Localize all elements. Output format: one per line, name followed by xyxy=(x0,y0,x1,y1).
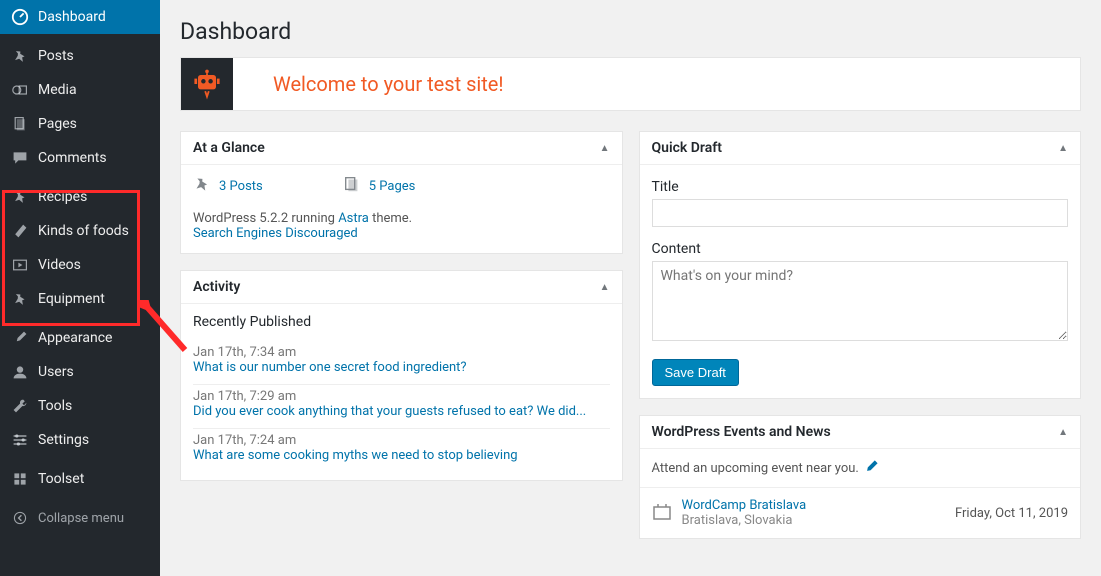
event-location: Bratislava, Slovakia xyxy=(682,513,793,528)
comments-icon xyxy=(10,148,30,168)
collapse-label: Collapse menu xyxy=(38,511,124,526)
toolset-icon xyxy=(10,469,30,489)
sidebar-item-label: Media xyxy=(38,82,77,98)
dashboard-icon xyxy=(10,7,30,27)
collapse-icon xyxy=(10,508,30,528)
activity-link[interactable]: What are some cooking myths we need to s… xyxy=(193,448,518,463)
posts-count-link[interactable]: 3 Posts xyxy=(219,179,263,194)
sidebar-item-posts[interactable]: Posts xyxy=(0,39,160,73)
sidebar-item-tools[interactable]: Tools xyxy=(0,389,160,423)
sidebar-item-label: Posts xyxy=(38,48,74,64)
pages-icon xyxy=(343,175,361,197)
save-draft-button[interactable]: Save Draft xyxy=(652,359,739,386)
pin-icon xyxy=(10,289,30,309)
events-attend-text: Attend an upcoming event near you. xyxy=(652,461,859,476)
edit-location-icon[interactable] xyxy=(865,459,879,477)
sidebar-item-users[interactable]: Users xyxy=(0,355,160,389)
activity-link[interactable]: What is our number one secret food ingre… xyxy=(193,360,467,375)
sidebar-item-media[interactable]: Media xyxy=(0,73,160,107)
sidebar-item-label: Toolset xyxy=(38,471,84,487)
sidebar-item-toolset[interactable]: Toolset xyxy=(0,462,160,496)
sliders-icon xyxy=(10,430,30,450)
search-engines-link[interactable]: Search Engines Discouraged xyxy=(193,226,358,241)
sidebar-item-settings[interactable]: Settings xyxy=(0,423,160,457)
sidebar-item-label: Dashboard xyxy=(38,9,106,25)
events-panel: WordPress Events and News ▲ Attend an up… xyxy=(639,415,1082,539)
panel-toggle-icon[interactable]: ▲ xyxy=(600,282,610,293)
activity-item: Jan 17th, 7:29 amDid you ever cook anyth… xyxy=(193,384,610,424)
pin-icon xyxy=(10,46,30,66)
panel-title: Quick Draft xyxy=(652,140,722,156)
sidebar-item-label: Pages xyxy=(38,116,77,132)
sidebar-item-videos[interactable]: Videos xyxy=(0,248,160,282)
sidebar-item-label: Videos xyxy=(38,257,81,273)
robot-icon xyxy=(181,58,233,110)
activity-link[interactable]: Did you ever cook anything that your gue… xyxy=(193,404,586,419)
theme-link[interactable]: Astra xyxy=(338,211,369,226)
welcome-text: Welcome to your test site! xyxy=(233,72,504,96)
event-title-link[interactable]: WordCamp Bratislava xyxy=(682,498,807,513)
draft-content-label: Content xyxy=(652,241,1069,257)
page-title: Dashboard xyxy=(180,0,1081,57)
main-content: Dashboard Welcome to your test site! At … xyxy=(160,0,1101,576)
quick-draft-panel: Quick Draft ▲ Title Content Save Draft xyxy=(639,131,1082,399)
activity-date: Jan 17th, 7:29 am xyxy=(193,389,343,404)
media-icon xyxy=(10,80,30,100)
event-date: Friday, Oct 11, 2019 xyxy=(955,506,1068,521)
video-icon xyxy=(10,255,30,275)
welcome-panel: Welcome to your test site! xyxy=(180,57,1081,111)
sidebar-item-label: Equipment xyxy=(38,291,105,307)
admin-sidebar: Dashboard Posts Media Pages Comments xyxy=(0,0,160,576)
wrench-icon xyxy=(10,396,30,416)
sidebar-item-recipes[interactable]: Recipes xyxy=(0,180,160,214)
draft-title-input[interactable] xyxy=(652,199,1069,227)
panel-toggle-icon[interactable]: ▲ xyxy=(600,143,610,154)
user-icon xyxy=(10,362,30,382)
sidebar-item-label: Tools xyxy=(38,398,72,414)
panel-title: At a Glance xyxy=(193,140,265,156)
activity-item: Jan 17th, 7:24 amWhat are some cooking m… xyxy=(193,428,610,468)
panel-title: WordPress Events and News xyxy=(652,424,831,440)
activity-item: Jan 17th, 7:34 amWhat is our number one … xyxy=(193,340,610,380)
draft-content-textarea[interactable] xyxy=(652,261,1069,341)
activity-subtitle: Recently Published xyxy=(193,314,610,330)
draft-title-label: Title xyxy=(652,179,1069,195)
sidebar-item-appearance[interactable]: Appearance xyxy=(0,321,160,355)
sidebar-item-dashboard[interactable]: Dashboard xyxy=(0,0,160,34)
sidebar-item-label: Users xyxy=(38,364,74,380)
at-a-glance-panel: At a Glance ▲ 3 Posts xyxy=(180,131,623,254)
pin-icon xyxy=(10,187,30,207)
carrot-icon xyxy=(10,221,30,241)
pages-icon xyxy=(10,114,30,134)
activity-date: Jan 17th, 7:34 am xyxy=(193,345,343,360)
sidebar-item-pages[interactable]: Pages xyxy=(0,107,160,141)
sidebar-item-label: Settings xyxy=(38,432,89,448)
activity-panel: Activity ▲ Recently Published Jan 17th, … xyxy=(180,270,623,481)
panel-toggle-icon[interactable]: ▲ xyxy=(1058,143,1068,154)
activity-date: Jan 17th, 7:24 am xyxy=(193,433,343,448)
brush-icon xyxy=(10,328,30,348)
sidebar-item-equipment[interactable]: Equipment xyxy=(0,282,160,316)
sidebar-item-label: Appearance xyxy=(38,330,112,346)
sidebar-item-comments[interactable]: Comments xyxy=(0,141,160,175)
panel-toggle-icon[interactable]: ▲ xyxy=(1058,427,1068,438)
sidebar-item-label: Comments xyxy=(38,150,107,166)
sidebar-item-label: Kinds of foods xyxy=(38,223,129,239)
wp-version-text: WordPress 5.2.2 running xyxy=(193,211,338,226)
pages-count-link[interactable]: 5 Pages xyxy=(369,179,416,194)
collapse-menu-button[interactable]: Collapse menu xyxy=(0,501,160,535)
panel-title: Activity xyxy=(193,279,240,295)
sidebar-item-label: Recipes xyxy=(38,189,87,205)
sidebar-item-kinds-of-foods[interactable]: Kinds of foods xyxy=(0,214,160,248)
pin-icon xyxy=(193,175,211,197)
wordcamp-icon xyxy=(652,501,672,526)
